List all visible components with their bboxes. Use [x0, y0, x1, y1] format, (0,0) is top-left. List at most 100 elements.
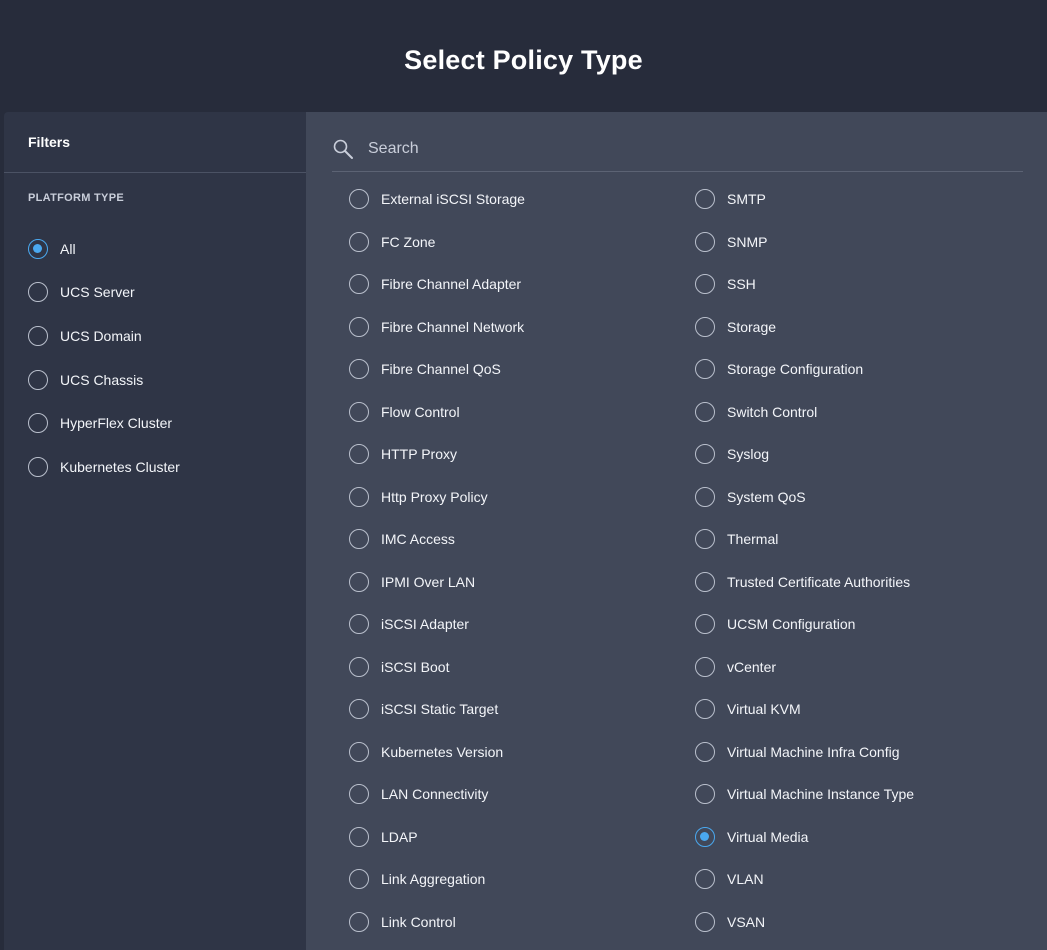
policy-option-flow-control[interactable]: Flow Control: [349, 391, 695, 434]
policy-option-syslog[interactable]: Syslog: [695, 433, 1025, 476]
policy-option-link-aggregation[interactable]: Link Aggregation: [349, 858, 695, 901]
platform-option-ucs-chassis[interactable]: UCS Chassis: [28, 358, 180, 402]
radio-button[interactable]: [349, 571, 369, 592]
policy-option-storage-configuration[interactable]: Storage Configuration: [695, 348, 1025, 391]
policy-option-ldap[interactable]: LDAP: [349, 816, 695, 859]
radio-button[interactable]: [695, 444, 715, 465]
policy-option-label: Trusted Certificate Authorities: [727, 573, 911, 590]
radio-button[interactable]: [695, 826, 715, 847]
radio-button[interactable]: [349, 784, 369, 805]
policy-option-label: Virtual Machine Instance Type: [727, 786, 915, 803]
platform-option-all[interactable]: All: [28, 227, 180, 271]
policy-option-trusted-certificate-authorities[interactable]: Trusted Certificate Authorities: [695, 561, 1025, 604]
policy-option-imc-access[interactable]: IMC Access: [349, 518, 695, 561]
policy-option-ipmi-over-lan[interactable]: IPMI Over LAN: [349, 561, 695, 604]
policy-option-iscsi-static-target[interactable]: iSCSI Static Target: [349, 688, 695, 731]
radio-button[interactable]: [349, 189, 369, 210]
radio-button[interactable]: [695, 571, 715, 592]
radio-button[interactable]: [695, 784, 715, 805]
platform-option-label: UCS Server: [60, 284, 135, 301]
radio-button[interactable]: [695, 869, 715, 890]
policy-option-smtp[interactable]: SMTP: [695, 178, 1025, 221]
policy-option-fibre-channel-network[interactable]: Fibre Channel Network: [349, 306, 695, 349]
policy-option-external-iscsi-storage[interactable]: External iSCSI Storage: [349, 178, 695, 221]
radio-button[interactable]: [695, 231, 715, 252]
radio-button[interactable]: [695, 656, 715, 677]
radio-button[interactable]: [349, 274, 369, 295]
radio-button[interactable]: [349, 231, 369, 252]
policy-option-link-control[interactable]: Link Control: [349, 901, 695, 944]
radio-button[interactable]: [349, 444, 369, 465]
radio-button[interactable]: [695, 401, 715, 422]
platform-option-ucs-server[interactable]: UCS Server: [28, 271, 180, 315]
policy-option-virtual-kvm[interactable]: Virtual KVM: [695, 688, 1025, 731]
radio-button[interactable]: [349, 614, 369, 635]
policy-option-vlan[interactable]: VLAN: [695, 858, 1025, 901]
radio-button[interactable]: [695, 189, 715, 210]
policy-option-label: Fibre Channel QoS: [381, 361, 501, 378]
policy-option-label: iSCSI Static Target: [381, 701, 499, 718]
policy-option-system-qos[interactable]: System QoS: [695, 476, 1025, 519]
radio-button[interactable]: [349, 656, 369, 677]
radio-button[interactable]: [349, 911, 369, 932]
policy-option-iscsi-boot[interactable]: iSCSI Boot: [349, 646, 695, 689]
platform-option-hyperflex-cluster[interactable]: HyperFlex Cluster: [28, 401, 180, 445]
policy-option-virtual-machine-instance-type[interactable]: Virtual Machine Instance Type: [695, 773, 1025, 816]
policy-option-label: Http Proxy Policy: [381, 488, 488, 505]
radio-button[interactable]: [28, 325, 48, 346]
radio-button[interactable]: [349, 359, 369, 380]
policy-option-lan-connectivity[interactable]: LAN Connectivity: [349, 773, 695, 816]
policy-option-label: vCenter: [727, 658, 777, 675]
radio-button[interactable]: [349, 699, 369, 720]
radio-button[interactable]: [349, 826, 369, 847]
radio-button[interactable]: [28, 238, 48, 259]
policy-option-vsan[interactable]: VSAN: [695, 901, 1025, 944]
policy-option-label: Switch Control: [727, 403, 818, 420]
radio-button[interactable]: [695, 359, 715, 380]
radio-button[interactable]: [695, 911, 715, 932]
radio-button[interactable]: [349, 869, 369, 890]
radio-button[interactable]: [695, 699, 715, 720]
policy-option-ucsm-configuration[interactable]: UCSM Configuration: [695, 603, 1025, 646]
radio-button[interactable]: [349, 741, 369, 762]
platform-option-kubernetes-cluster[interactable]: Kubernetes Cluster: [28, 445, 180, 489]
radio-button[interactable]: [695, 316, 715, 337]
radio-button[interactable]: [349, 486, 369, 507]
platform-type-label: PLATFORM TYPE: [28, 192, 124, 204]
policy-option-label: SNMP: [727, 233, 768, 250]
filters-panel: Filters PLATFORM TYPE All UCS Server UCS D…: [4, 112, 306, 950]
filters-title: Filters: [28, 134, 71, 150]
radio-button[interactable]: [349, 316, 369, 337]
policy-option-vcenter[interactable]: vCenter: [695, 646, 1025, 689]
policy-option-virtual-machine-infra-config[interactable]: Virtual Machine Infra Config: [695, 731, 1025, 774]
radio-button[interactable]: [695, 529, 715, 550]
policy-option-http-proxy-policy[interactable]: Http Proxy Policy: [349, 476, 695, 519]
radio-button[interactable]: [695, 614, 715, 635]
policy-option-label: Thermal: [727, 531, 779, 548]
policy-option-kubernetes-version[interactable]: Kubernetes Version: [349, 731, 695, 774]
policy-option-storage[interactable]: Storage: [695, 306, 1025, 349]
policy-option-virtual-media[interactable]: Virtual Media: [695, 816, 1025, 859]
radio-button[interactable]: [28, 369, 48, 390]
policy-option-iscsi-adapter[interactable]: iSCSI Adapter: [349, 603, 695, 646]
policy-option-fibre-channel-adapter[interactable]: Fibre Channel Adapter: [349, 263, 695, 306]
radio-button[interactable]: [28, 456, 48, 477]
radio-button[interactable]: [695, 741, 715, 762]
radio-button[interactable]: [28, 413, 48, 434]
policy-option-fibre-channel-qos[interactable]: Fibre Channel QoS: [349, 348, 695, 391]
radio-button[interactable]: [349, 529, 369, 550]
policy-option-label: External iSCSI Storage: [381, 191, 525, 208]
policy-option-http-proxy[interactable]: HTTP Proxy: [349, 433, 695, 476]
radio-button[interactable]: [28, 282, 48, 303]
policy-option-ssh[interactable]: SSH: [695, 263, 1025, 306]
platform-option-ucs-domain[interactable]: UCS Domain: [28, 314, 180, 358]
policy-type-grid: External iSCSI Storage SMTP FC Zone SNMP Fib…: [349, 178, 1029, 943]
policy-option-snmp[interactable]: SNMP: [695, 221, 1025, 264]
radio-button[interactable]: [695, 486, 715, 507]
search-input[interactable]: [368, 139, 968, 158]
radio-button[interactable]: [695, 274, 715, 295]
radio-button[interactable]: [349, 401, 369, 422]
policy-option-fc-zone[interactable]: FC Zone: [349, 221, 695, 264]
policy-option-thermal[interactable]: Thermal: [695, 518, 1025, 561]
policy-option-switch-control[interactable]: Switch Control: [695, 391, 1025, 434]
